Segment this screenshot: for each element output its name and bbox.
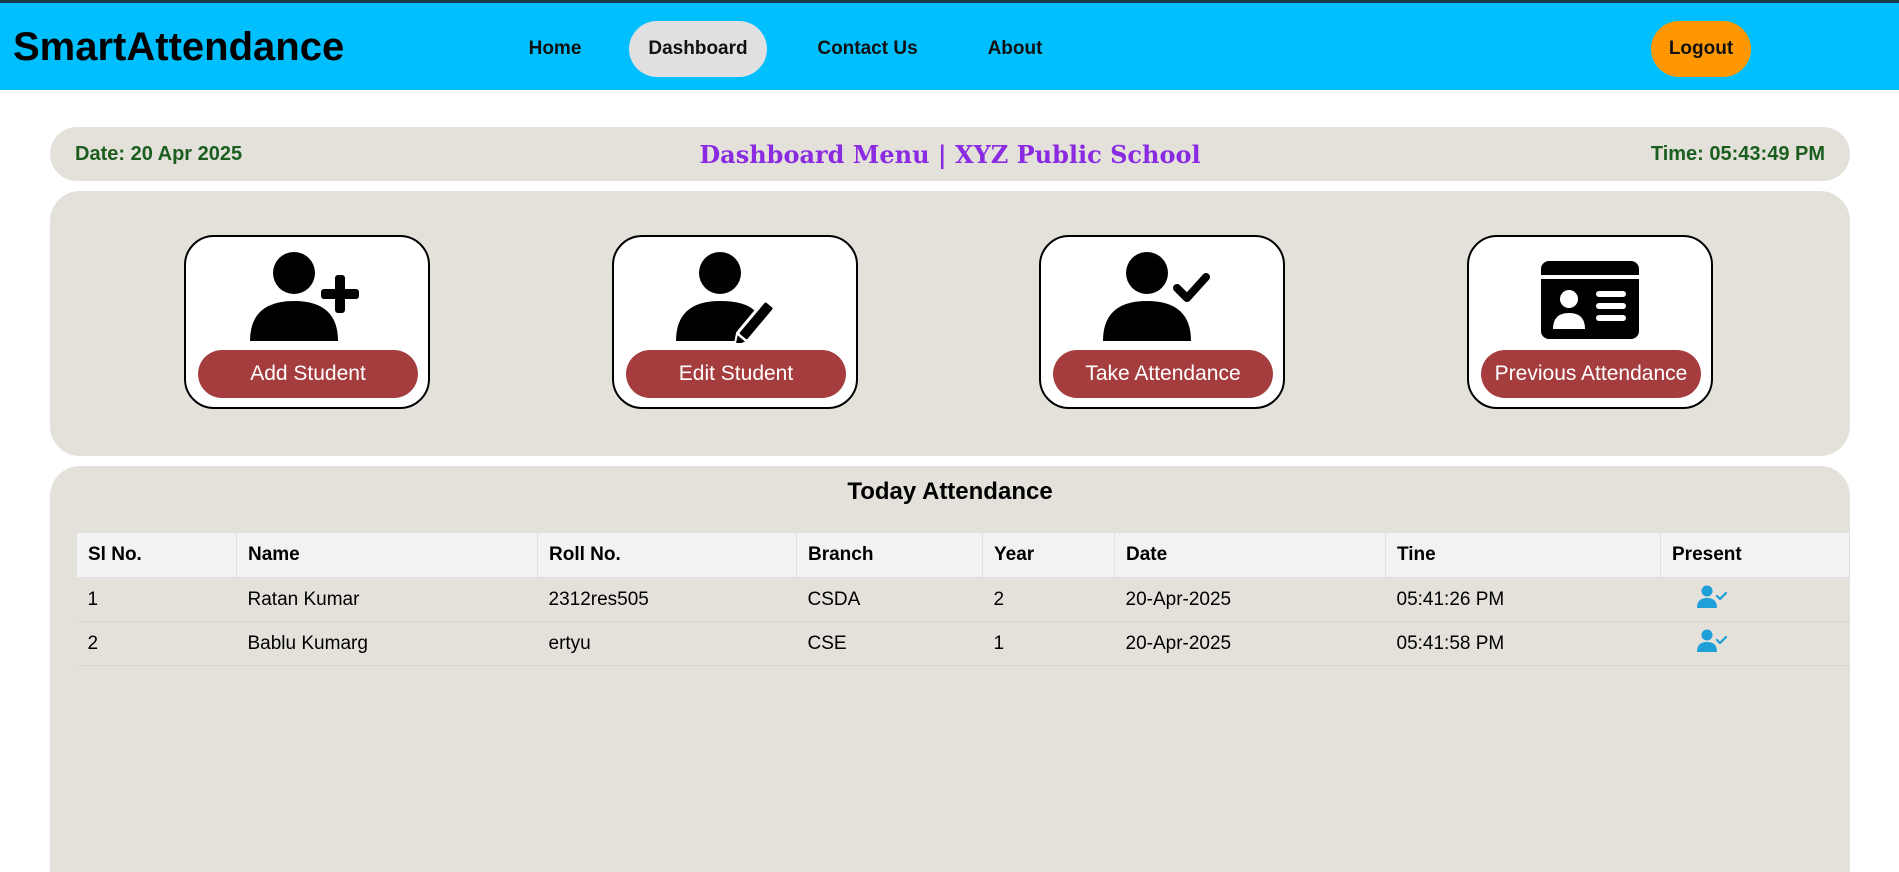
logout-button[interactable]: Logout xyxy=(1651,21,1751,77)
add-student-card[interactable]: Add Student xyxy=(184,235,430,409)
column-header-year: Year xyxy=(982,532,1115,578)
id-card-icon xyxy=(1469,251,1711,343)
previous-attendance-button[interactable]: Previous Attendance xyxy=(1481,350,1701,398)
dashboard-cards-panel: Add Student Edit Student Take Attendance xyxy=(50,191,1850,456)
cell-name: Ratan Kumar xyxy=(236,577,538,622)
nav-contact-us[interactable]: Contact Us xyxy=(805,21,930,77)
cell-sl-no: 1 xyxy=(76,577,237,622)
edit-student-button[interactable]: Edit Student xyxy=(626,350,846,398)
table-row: 1 Ratan Kumar 2312res505 CSDA 2 20-Apr-2… xyxy=(76,577,1850,622)
user-plus-icon xyxy=(186,251,428,343)
cell-time: 05:41:58 PM xyxy=(1385,621,1661,666)
today-attendance-title: Today Attendance xyxy=(847,478,1053,505)
column-header-name: Name xyxy=(236,532,538,578)
cell-sl-no: 2 xyxy=(76,621,237,666)
table-row: 2 Bablu Kumarg ertyu CSE 1 20-Apr-2025 0… xyxy=(76,621,1850,666)
cell-present xyxy=(1660,621,1850,666)
cell-year: 2 xyxy=(982,577,1115,622)
top-navbar: SmartAttendance Home Dashboard Contact U… xyxy=(0,0,1899,90)
cell-branch: CSDA xyxy=(796,577,983,622)
info-bar: Date: 20 Apr 2025 Dashboard Menu | XYZ P… xyxy=(50,127,1850,181)
cell-year: 1 xyxy=(982,621,1115,666)
column-header-date: Date xyxy=(1114,532,1386,578)
dashboard-menu-title: Dashboard Menu | XYZ Public School xyxy=(699,140,1201,169)
edit-student-card[interactable]: Edit Student xyxy=(612,235,858,409)
today-attendance-panel: Today Attendance Sl No. Name Roll No. Br… xyxy=(50,466,1850,872)
cell-date: 20-Apr-2025 xyxy=(1114,621,1386,666)
table-header-row: Sl No. Name Roll No. Branch Year Date Ti… xyxy=(76,532,1850,578)
cell-roll-no: ertyu xyxy=(537,621,797,666)
user-edit-icon xyxy=(614,251,856,343)
user-check-icon xyxy=(1041,251,1283,343)
cell-time: 05:41:26 PM xyxy=(1385,577,1661,622)
cell-name: Bablu Kumarg xyxy=(236,621,538,666)
column-header-sl-no: Sl No. xyxy=(76,532,237,578)
attendance-table: Sl No. Name Roll No. Branch Year Date Ti… xyxy=(76,532,1850,666)
take-attendance-card[interactable]: Take Attendance xyxy=(1039,235,1285,409)
cell-branch: CSE xyxy=(796,621,983,666)
current-time: Time: 05:43:49 PM xyxy=(1650,143,1825,165)
cell-roll-no: 2312res505 xyxy=(537,577,797,622)
previous-attendance-card[interactable]: Previous Attendance xyxy=(1467,235,1713,409)
column-header-time: Tine xyxy=(1385,532,1661,578)
user-check-icon xyxy=(1696,629,1727,659)
nav-about[interactable]: About xyxy=(975,21,1055,77)
nav-home[interactable]: Home xyxy=(505,21,605,77)
cell-present xyxy=(1660,577,1850,622)
column-header-roll-no: Roll No. xyxy=(537,532,797,578)
column-header-present: Present xyxy=(1660,532,1850,578)
app-logo-title[interactable]: SmartAttendance xyxy=(13,25,344,70)
add-student-button[interactable]: Add Student xyxy=(198,350,418,398)
take-attendance-button[interactable]: Take Attendance xyxy=(1053,350,1273,398)
nav-dashboard[interactable]: Dashboard xyxy=(629,21,767,77)
cell-date: 20-Apr-2025 xyxy=(1114,577,1386,622)
user-check-icon xyxy=(1696,585,1727,615)
column-header-branch: Branch xyxy=(796,532,983,578)
